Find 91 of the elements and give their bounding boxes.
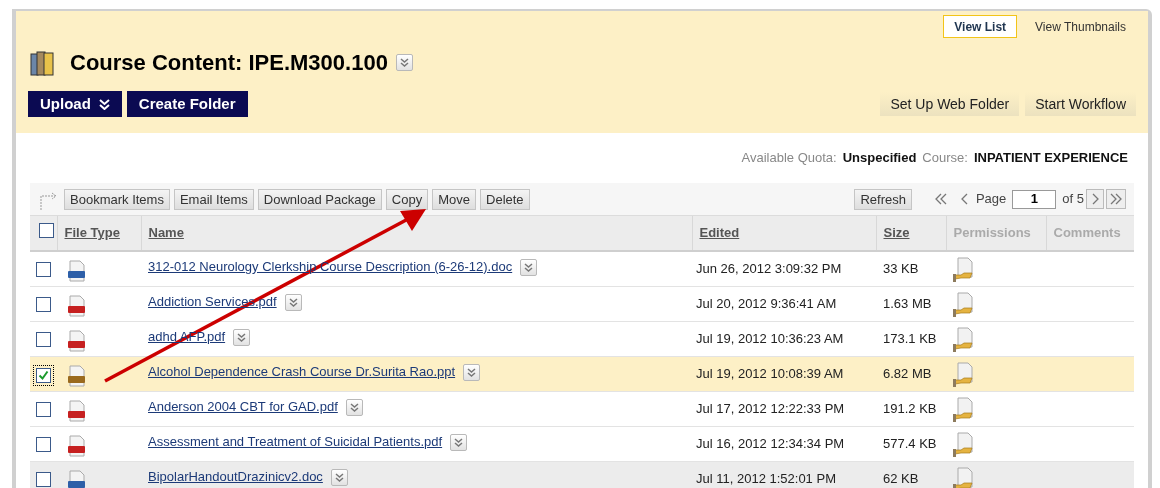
chevron-down-icon <box>349 402 359 412</box>
menu-toggle[interactable] <box>345 398 363 416</box>
toolbar-button[interactable]: Bookmark Items <box>64 188 170 210</box>
table-row[interactable]: Assessment and Treatment of Suicidal Patients.pdf Jul 16, 2012 12:34:34 PM 577.4 KB <box>30 426 1134 461</box>
chevron-down-icon <box>334 472 344 482</box>
toolbar-button[interactable]: Move <box>432 188 476 210</box>
checkbox[interactable] <box>38 222 54 238</box>
quota-label: Available Quota: <box>741 149 837 168</box>
menu-toggle[interactable] <box>330 468 348 486</box>
document-icon <box>67 260 87 282</box>
chevron-down-icon <box>454 437 464 447</box>
file-link[interactable]: BipolarHandoutDrazinicv2.doc <box>148 468 323 484</box>
shared-document-icon <box>952 431 976 458</box>
chevron-down-icon <box>98 98 110 110</box>
file-link[interactable]: Assessment and Treatment of Suicidal Patients.pdf <box>148 433 443 449</box>
checkbox[interactable] <box>36 296 51 312</box>
toolbar-button[interactable]: Email Items <box>173 188 254 210</box>
quota-value: Unspecified <box>842 149 917 168</box>
column-header: Comments <box>1046 216 1134 251</box>
checkbox[interactable] <box>36 262 51 277</box>
table-cell: 33 KB <box>876 251 946 286</box>
document-icon <box>67 329 87 352</box>
chevron-down-icon <box>288 297 298 307</box>
double-chevron-right-icon <box>1110 193 1122 205</box>
document-icon <box>67 399 87 422</box>
previous-page-icon[interactable] <box>959 193 970 205</box>
table-cell: 6.82 MB <box>876 356 946 391</box>
menu-toggle[interactable] <box>284 293 302 311</box>
table-cell: Jun 26, 2012 3:09:32 PM <box>692 251 876 286</box>
shared-document-icon <box>952 257 976 283</box>
table-cell: Jul 11, 2012 1:52:01 PM <box>692 461 876 488</box>
toolbar-button[interactable]: Delete <box>480 188 530 210</box>
page-title: Course Content: IPE.M300.100 <box>70 49 388 77</box>
toolbar-button[interactable]: Download Package <box>257 188 382 210</box>
page-field[interactable]: 1 <box>1012 189 1057 209</box>
chevron-down-icon <box>237 332 247 342</box>
last-page-button[interactable] <box>1106 189 1126 209</box>
next-page-button[interactable] <box>1086 189 1104 209</box>
table-cell: Jul 16, 2012 12:34:34 PM <box>692 426 876 461</box>
table-cell: Jul 20, 2012 9:36:41 AM <box>692 286 876 321</box>
document-icon <box>67 434 87 457</box>
view-toggle[interactable]: View Thumbnails <box>1025 15 1136 38</box>
menu-toggle[interactable] <box>520 259 538 277</box>
shared-document-icon <box>952 326 976 353</box>
table-cell: 173.1 KB <box>876 321 946 356</box>
shared-document-icon <box>952 466 976 488</box>
table-cell: 1.63 MB <box>876 286 946 321</box>
shared-document-icon <box>952 396 976 423</box>
shared-document-icon <box>952 361 976 388</box>
document-icon <box>67 294 87 317</box>
course-label: Course: <box>922 149 968 168</box>
header-button[interactable]: Upload <box>28 91 122 117</box>
checkbox[interactable] <box>36 367 51 383</box>
file-link[interactable]: Anderson 2004 CBT for GAD.pdf <box>148 398 338 414</box>
checkbox[interactable] <box>36 436 51 452</box>
table-cell: Jul 19, 2012 10:36:23 AM <box>692 321 876 356</box>
column-header: Permissions <box>946 216 1046 251</box>
document-icon <box>67 469 87 488</box>
chevron-right-icon <box>1091 193 1099 205</box>
menu-toggle[interactable] <box>233 328 251 346</box>
table-cell: 191.2 KB <box>876 391 946 426</box>
table-cell: 577.4 KB <box>876 426 946 461</box>
header-button[interactable]: Create Folder <box>126 91 248 117</box>
view-toggle[interactable]: View List <box>943 15 1018 38</box>
chevron-down-icon <box>399 58 409 67</box>
table-cell: Jul 17, 2012 12:22:33 PM <box>692 391 876 426</box>
checkbox[interactable] <box>36 471 51 487</box>
course-value: INPATIENT EXPERIENCE <box>973 149 1128 168</box>
column-header[interactable]: Size <box>876 216 946 251</box>
table-row[interactable]: 312-012 Neurology Clerkship Course Description (6-26-12).doc Jun 26, 2012 3:09:32 PM 33 KB <box>30 251 1134 286</box>
checkbox[interactable] <box>36 331 51 347</box>
column-header[interactable]: File Type <box>57 216 141 251</box>
shared-document-icon <box>952 291 976 318</box>
table-cell: Jul 19, 2012 10:08:39 AM <box>692 356 876 391</box>
checkbox[interactable] <box>36 401 51 417</box>
first-page-icon[interactable] <box>933 193 948 205</box>
chevron-down-icon <box>524 263 534 273</box>
menu-toggle[interactable] <box>463 363 481 381</box>
page-label: Page <box>975 190 1007 209</box>
document-icon <box>67 364 87 387</box>
table-row[interactable]: Anderson 2004 CBT for GAD.pdf Jul 17, 2012 12:22:33 PM 191.2 KB <box>30 391 1134 426</box>
table-cell: 62 KB <box>876 461 946 488</box>
file-link[interactable]: Alcohol Dependence Crash Course Dr.Surita Rao.ppt <box>148 363 456 379</box>
toolbar-button[interactable]: Copy <box>385 188 429 210</box>
menu-toggle[interactable] <box>450 433 468 451</box>
menu-toggle[interactable] <box>395 54 413 71</box>
page-total: of 5 <box>1062 190 1084 209</box>
refresh-button[interactable]: Refresh <box>854 188 912 210</box>
column-header[interactable]: Edited <box>692 216 876 251</box>
chevron-down-icon <box>467 367 477 377</box>
file-link[interactable]: 312-012 Neurology Clerkship Course Description (6-26-12).doc <box>148 259 513 274</box>
